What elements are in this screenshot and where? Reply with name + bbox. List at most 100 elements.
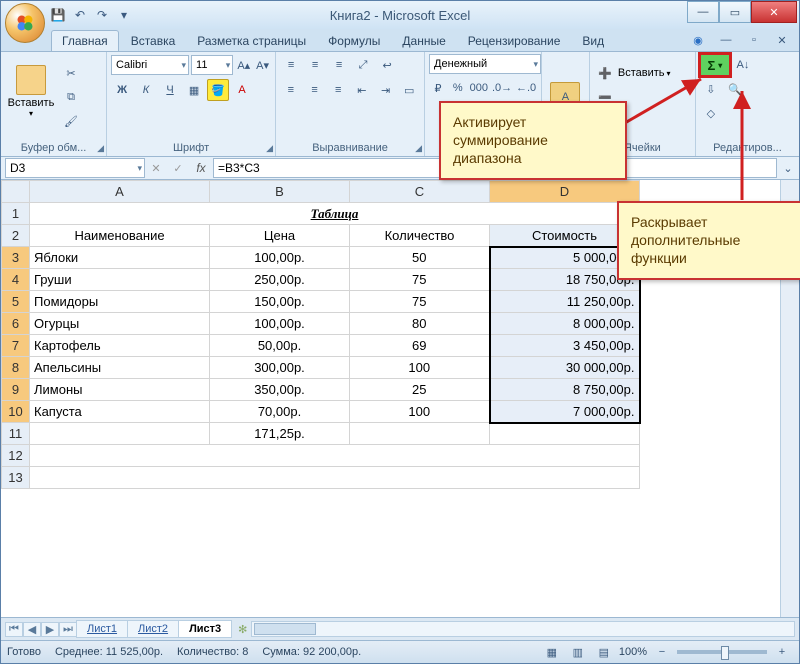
new-sheet-icon[interactable]: ✻ <box>238 623 247 636</box>
save-icon[interactable]: 💾 <box>49 6 67 24</box>
cell-A11[interactable] <box>30 423 210 445</box>
expand-formula-icon[interactable]: ⌄ <box>777 157 799 179</box>
cell-C10[interactable]: 100 <box>350 401 490 423</box>
dec-decimal-icon[interactable]: ←.0 <box>515 77 537 99</box>
col-D[interactable]: D <box>490 181 640 203</box>
cut-icon[interactable]: ✂ <box>60 62 82 84</box>
row-6[interactable]: 6 <box>2 313 30 335</box>
cell-C3[interactable]: 50 <box>350 247 490 269</box>
find-icon[interactable]: 🔍 <box>724 78 746 100</box>
cell-C7[interactable]: 69 <box>350 335 490 357</box>
inc-decimal-icon[interactable]: .0→ <box>491 77 513 99</box>
cell-B3[interactable]: 100,00р. <box>210 247 350 269</box>
cell-D5[interactable]: 11 250,00р. <box>490 291 640 313</box>
maximize-button[interactable]: ▭ <box>719 1 751 23</box>
cell-C11[interactable] <box>350 423 490 445</box>
tab-view[interactable]: Вид <box>572 31 614 51</box>
tab-review[interactable]: Рецензирование <box>458 31 571 51</box>
indent-inc-icon[interactable]: ⇥ <box>375 79 397 101</box>
italic-button[interactable]: К <box>135 79 157 101</box>
sheet-tab-1[interactable]: Лист1 <box>76 620 128 638</box>
row-12[interactable]: 12 <box>2 445 30 467</box>
min-ribbon-icon[interactable]: — <box>715 29 737 51</box>
enter-formula-icon[interactable]: ✓ <box>167 157 189 179</box>
header-name[interactable]: Наименование <box>30 225 210 247</box>
cell-D9[interactable]: 8 750,00р. <box>490 379 640 401</box>
undo-icon[interactable]: ↶ <box>71 6 89 24</box>
row-4[interactable]: 4 <box>2 269 30 291</box>
cell-D7[interactable]: 3 450,00р. <box>490 335 640 357</box>
cell-C6[interactable]: 80 <box>350 313 490 335</box>
cell-B10[interactable]: 70,00р. <box>210 401 350 423</box>
cell-A8[interactable]: Апельсины <box>30 357 210 379</box>
cell-B9[interactable]: 350,00р. <box>210 379 350 401</box>
sheet-nav-next-icon[interactable]: ▶ <box>41 622 59 637</box>
underline-button[interactable]: Ч <box>159 79 181 101</box>
font-launcher[interactable]: ◢ <box>266 143 273 154</box>
row-9[interactable]: 9 <box>2 379 30 401</box>
close-button[interactable]: ✕ <box>751 1 797 23</box>
col-B[interactable]: B <box>210 181 350 203</box>
col-A[interactable]: A <box>30 181 210 203</box>
cell-B11[interactable]: 171,25р. <box>210 423 350 445</box>
sheet-nav-first-icon[interactable]: ⏮ <box>5 622 23 637</box>
percent-icon[interactable]: % <box>449 77 467 99</box>
bold-button[interactable]: Ж <box>111 79 133 101</box>
sort-icon[interactable]: A↓ <box>732 54 754 76</box>
view-normal-icon[interactable]: ▦ <box>541 641 563 663</box>
col-C[interactable]: C <box>350 181 490 203</box>
qat-dropdown-icon[interactable]: ▾ <box>115 6 133 24</box>
fill-color-icon[interactable]: 🪣 <box>207 79 229 101</box>
cell-C9[interactable]: 25 <box>350 379 490 401</box>
cell-B5[interactable]: 150,00р. <box>210 291 350 313</box>
paste-button[interactable]: Вставить ▾ <box>5 54 57 128</box>
cell-C5[interactable]: 75 <box>350 291 490 313</box>
align-top-icon[interactable]: ≡ <box>280 54 302 76</box>
row-5[interactable]: 5 <box>2 291 30 313</box>
sheet-tab-2[interactable]: Лист2 <box>127 620 179 638</box>
restore-icon[interactable]: ▫ <box>743 29 765 51</box>
cell-B8[interactable]: 300,00р. <box>210 357 350 379</box>
table-title[interactable]: Таблица <box>30 203 640 225</box>
row-8[interactable]: 8 <box>2 357 30 379</box>
currency-icon[interactable]: ₽ <box>429 77 447 99</box>
cell-C8[interactable]: 100 <box>350 357 490 379</box>
align-mid-icon[interactable]: ≡ <box>304 54 326 76</box>
cell-A6[interactable]: Огурцы <box>30 313 210 335</box>
cell-A4[interactable]: Груши <box>30 269 210 291</box>
tab-formulas[interactable]: Формулы <box>318 31 390 51</box>
border-icon[interactable]: ▦ <box>183 79 205 101</box>
select-all-corner[interactable] <box>2 181 30 203</box>
grow-font-icon[interactable]: A▴ <box>235 54 252 76</box>
indent-dec-icon[interactable]: ⇤ <box>351 79 373 101</box>
header-qty[interactable]: Количество <box>350 225 490 247</box>
horizontal-scrollbar[interactable] <box>251 621 795 637</box>
format-painter-icon[interactable]: 🖌 <box>60 110 82 132</box>
align-right-icon[interactable]: ≡ <box>327 79 349 101</box>
autosum-button[interactable]: Σ <box>700 54 730 76</box>
clear-icon[interactable]: ◇ <box>700 102 722 124</box>
font-size-combo[interactable]: 11 <box>191 55 233 75</box>
cell-A7[interactable]: Картофель <box>30 335 210 357</box>
orientation-icon[interactable]: ⤢ <box>352 54 374 76</box>
clipboard-launcher[interactable]: ◢ <box>97 143 104 154</box>
cell-D10[interactable]: 7 000,00р. <box>490 401 640 423</box>
align-bot-icon[interactable]: ≡ <box>328 54 350 76</box>
cell-D11[interactable] <box>490 423 640 445</box>
row-11[interactable]: 11 <box>2 423 30 445</box>
tab-layout[interactable]: Разметка страницы <box>187 31 316 51</box>
header-price[interactable]: Цена <box>210 225 350 247</box>
tab-data[interactable]: Данные <box>392 31 455 51</box>
view-break-icon[interactable]: ▤ <box>593 641 615 663</box>
zoom-in-icon[interactable]: + <box>771 641 793 663</box>
sheet-nav-last-icon[interactable]: ⏭ <box>59 622 77 637</box>
comma-icon[interactable]: 000 <box>469 77 489 99</box>
wrap-text-icon[interactable]: ↩ <box>376 54 398 76</box>
tab-home[interactable]: Главная <box>51 30 119 51</box>
sheet-nav-prev-icon[interactable]: ◀ <box>23 622 41 637</box>
row-2[interactable]: 2 <box>2 225 30 247</box>
row-7[interactable]: 7 <box>2 335 30 357</box>
fx-icon[interactable]: fx <box>189 161 213 175</box>
copy-icon[interactable]: ⧉ <box>60 86 82 108</box>
cell-B6[interactable]: 100,00р. <box>210 313 350 335</box>
